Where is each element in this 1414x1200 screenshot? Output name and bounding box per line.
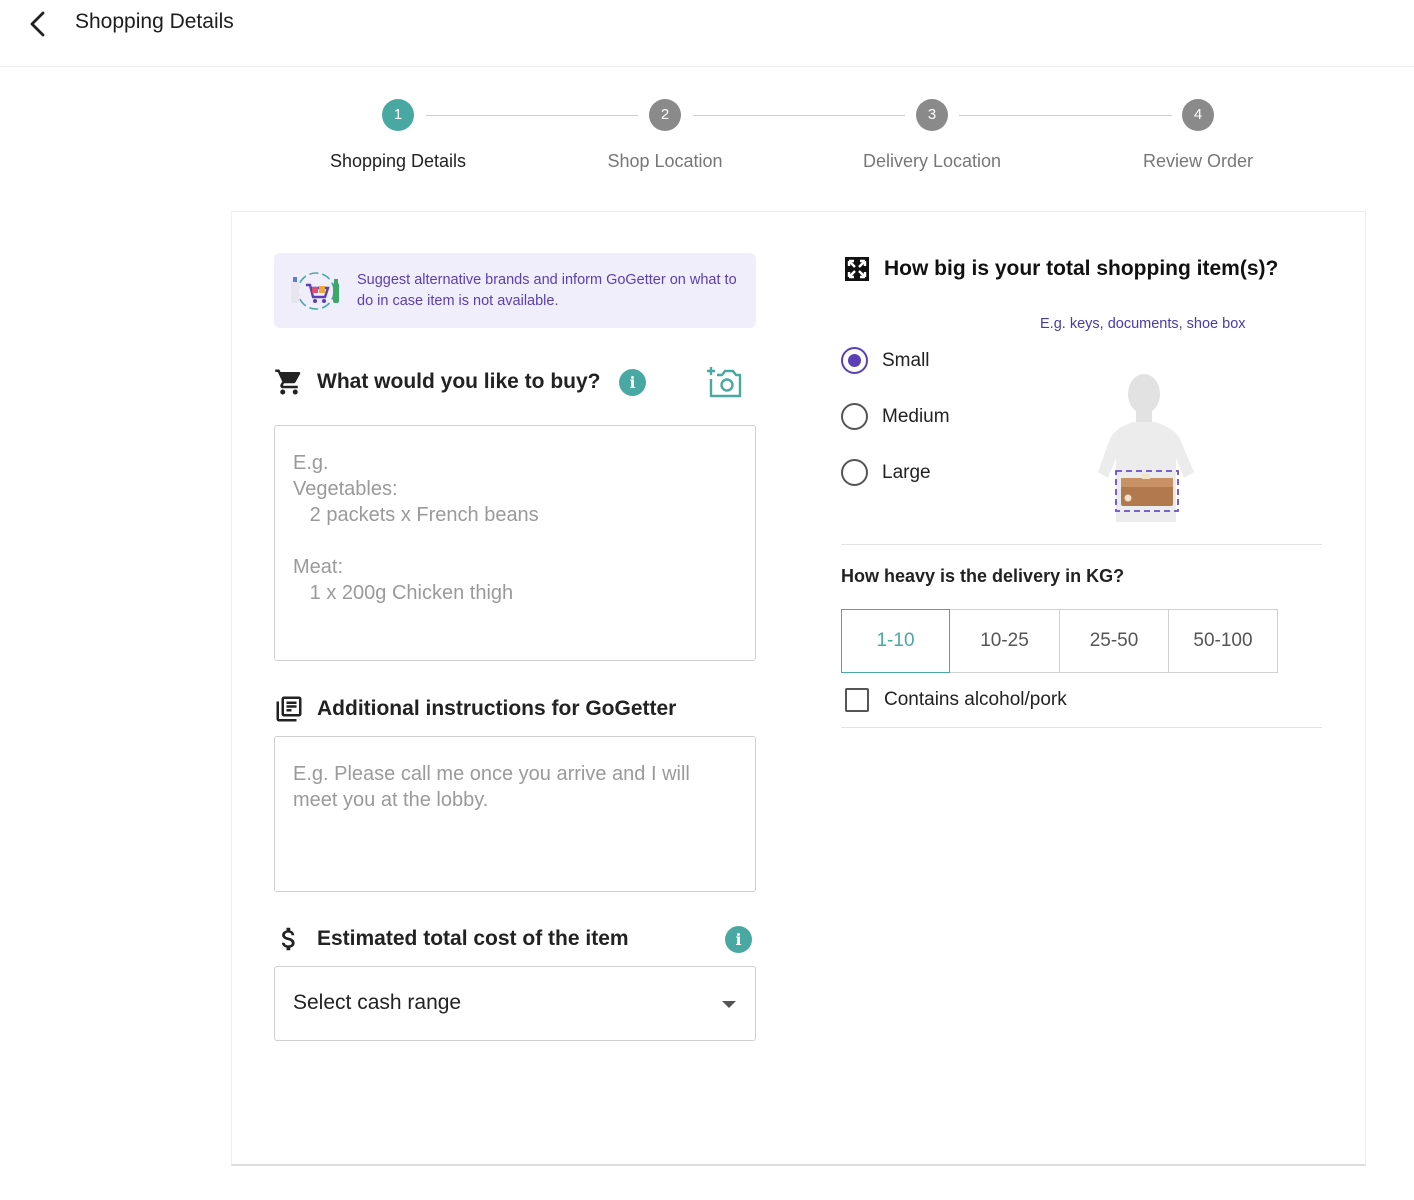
cost-info-icon[interactable]: i [725, 926, 752, 953]
person-holding-box-illustration [1098, 374, 1194, 522]
section-divider [841, 727, 1322, 728]
back-button[interactable] [22, 8, 52, 40]
page-title: Shopping Details [75, 10, 234, 33]
radio-unselected[interactable] [841, 459, 868, 486]
cash-range-select[interactable]: Select cash range [274, 966, 756, 1041]
step-label: Shop Location [607, 151, 723, 171]
buy-heading-text: What would you like to buy? [317, 370, 601, 393]
step-number: 1 [382, 99, 414, 131]
buy-items-placeholder: E.g. Vegetables: 2 packets x French bean… [293, 452, 539, 656]
notes-list-icon [274, 694, 304, 724]
banner-text: Suggest alternative brands and inform Go… [357, 272, 737, 309]
cost-heading: Estimated total cost of the item [274, 924, 629, 954]
add-photo-icon[interactable] [706, 366, 742, 398]
progress-stepper: 1 Shopping Details 2 Shop Location 3 Del… [230, 95, 1366, 185]
alcohol-pork-checkbox[interactable]: Contains alcohol/pork [845, 688, 1067, 712]
cash-range-value: Select cash range [293, 991, 462, 1014]
alcohol-pork-label: Contains alcohol/pork [884, 689, 1067, 710]
weight-option-1-10[interactable]: 1-10 [841, 609, 950, 673]
weight-option-10-25[interactable]: 10-25 [949, 609, 1060, 673]
instructions-heading-text: Additional instructions for GoGetter [317, 697, 677, 720]
step-number: 3 [916, 99, 948, 131]
instructions-heading: Additional instructions for GoGetter [274, 694, 676, 724]
step-label: Review Order [1142, 151, 1254, 171]
size-option-label: Small [882, 349, 930, 371]
buy-items-textarea[interactable]: E.g. Vegetables: 2 packets x French bean… [274, 425, 756, 661]
step-label: Delivery Location [862, 151, 1002, 171]
size-heading-text: How big is your total shopping item(s)? [884, 257, 1279, 280]
step-delivery-location[interactable]: 3 Delivery Location [812, 95, 1052, 172]
cost-heading-text: Estimated total cost of the item [317, 927, 629, 950]
shopping-cart-alternatives-icon [291, 272, 339, 310]
section-divider [841, 544, 1322, 545]
size-option-label: Large [882, 461, 931, 483]
instructions-textarea[interactable]: E.g. Please call me once you arrive and … [274, 736, 756, 892]
top-bar: Shopping Details [0, 0, 1414, 67]
chevron-down-icon [722, 1001, 736, 1008]
step-shopping-details[interactable]: 1 Shopping Details [278, 95, 518, 172]
buy-info-icon[interactable]: i [619, 369, 646, 396]
size-option-medium[interactable]: Medium [841, 403, 950, 430]
radio-unselected[interactable] [841, 403, 868, 430]
chevron-left-icon [30, 11, 45, 37]
weight-option-50-100[interactable]: 50-100 [1168, 609, 1278, 673]
instructions-placeholder: E.g. Please call me once you arrive and … [293, 763, 690, 811]
size-option-large[interactable]: Large [841, 459, 931, 486]
size-option-label: Medium [882, 405, 950, 427]
alternatives-banner: Suggest alternative brands and inform Go… [274, 253, 756, 328]
step-shop-location[interactable]: 2 Shop Location [545, 95, 785, 172]
step-label: Shopping Details [329, 151, 467, 171]
size-heading: How big is your total shopping item(s)? [844, 256, 1278, 282]
buy-heading: What would you like to buy? [274, 367, 601, 397]
shopping-cart-icon [274, 367, 304, 397]
size-example: E.g. keys, documents, shoe box [1040, 316, 1246, 332]
size-option-small[interactable]: Small [841, 347, 930, 374]
dollar-icon [274, 924, 304, 954]
step-number: 2 [649, 99, 681, 131]
step-review-order[interactable]: 4 Review Order [1078, 95, 1318, 172]
weight-heading: How heavy is the delivery in KG? [841, 566, 1125, 586]
step-number: 4 [1182, 99, 1214, 131]
textarea-fade [275, 634, 755, 660]
checkbox-box[interactable] [845, 688, 869, 712]
radio-selected[interactable] [841, 347, 868, 374]
weight-option-25-50[interactable]: 25-50 [1059, 609, 1169, 673]
expand-box-icon [845, 257, 869, 281]
